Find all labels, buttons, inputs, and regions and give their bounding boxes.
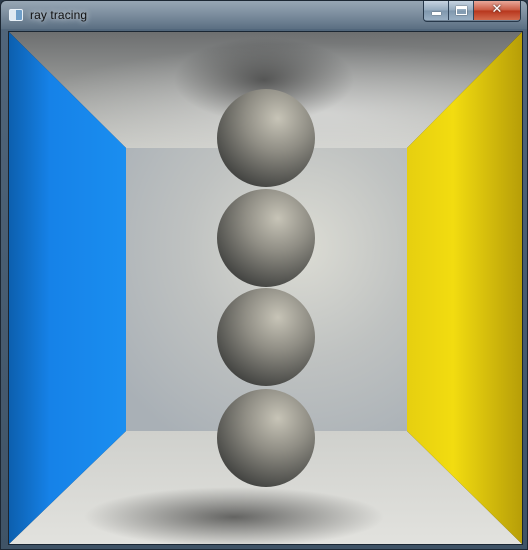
maximize-button[interactable] — [449, 1, 474, 20]
sphere-1 — [217, 89, 315, 187]
sphere-2 — [217, 189, 315, 287]
minimize-button[interactable] — [424, 1, 449, 20]
sphere-3 — [217, 288, 315, 386]
minimize-icon — [432, 12, 441, 15]
maximize-icon — [456, 6, 467, 15]
close-icon: ✕ — [491, 2, 503, 17]
window-controls: ✕ — [423, 1, 521, 22]
app-window: ray tracing ✕ — [0, 0, 528, 550]
sphere-4 — [217, 389, 315, 487]
render-canvas — [8, 31, 523, 545]
window-title: ray tracing — [30, 8, 88, 22]
app-icon[interactable] — [9, 9, 23, 21]
rendered-scene — [9, 32, 522, 544]
title-bar[interactable]: ray tracing ✕ — [1, 1, 527, 29]
close-button[interactable]: ✕ — [474, 1, 520, 20]
